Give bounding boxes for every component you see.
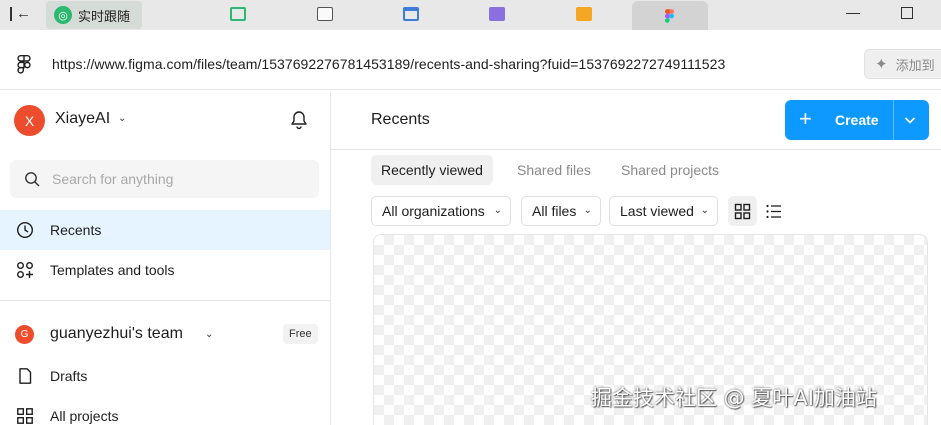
purple-book-icon[interactable] [489,7,505,21]
header-divider [331,149,941,150]
chevron-down-icon[interactable]: ⌄ [118,113,126,124]
sidebar-item-recents[interactable]: Recents [0,210,330,250]
grid-view-icon [734,203,751,220]
address-bar: https://www.figma.com/files/team/1537692… [0,40,941,90]
sidebar-item-drafts[interactable]: Drafts [0,356,330,396]
chevron-down-icon: ⌄ [583,205,592,216]
team-name[interactable]: guanyezhui's team [50,325,183,343]
page-title: Recents [371,111,430,128]
blue-window-icon[interactable] [403,7,419,21]
sidebar-item-label: All projects [50,408,119,424]
collapse-sidebar-button[interactable]: ← [8,5,31,25]
add-to-label: 添加到 [895,58,935,74]
browser-tab-live-follow[interactable]: ◎ 实时跟随 [46,1,142,29]
clock-icon [16,221,34,239]
browser-tab-strip: ← ◎ 实时跟随 [0,0,941,30]
filter-label: All files [532,203,577,219]
collapse-bar-icon [10,7,12,21]
chevron-down-icon[interactable] [903,113,917,127]
file-type-filter[interactable]: All files ⌄ [521,196,601,226]
green-window-icon[interactable] [230,7,246,21]
create-button-separator [893,100,894,140]
grid-view-button[interactable] [728,196,757,226]
figma-icon [665,9,674,23]
templates-icon [17,262,33,278]
chevron-down-icon[interactable]: ⌄ [205,329,213,340]
plus-icon: + [799,106,812,131]
file-icon [19,368,32,384]
minimize-button[interactable] [846,13,860,14]
sidebar-item-label: Drafts [50,368,88,384]
sidebar-item-label: Recents [50,222,102,238]
search-input[interactable] [52,160,312,198]
list-view-icon [766,204,781,219]
create-label: Create [835,112,879,128]
filter-label: Last viewed [620,203,694,219]
arrow-left-icon: ← [16,5,31,22]
chevron-down-icon: ⌄ [700,205,709,216]
tab-shared-files[interactable]: Shared files [507,155,601,185]
tab-recently-viewed[interactable]: Recently viewed [371,155,493,185]
sidebar-item-templates[interactable]: Templates and tools [0,250,330,290]
organization-filter[interactable]: All organizations ⌄ [371,196,511,226]
tab-label: 实时跟随 [78,9,131,25]
chevron-down-icon: ⌄ [493,205,502,216]
maximize-button[interactable] [901,7,913,19]
orange-window-icon[interactable] [576,7,592,21]
url-field[interactable]: https://www.figma.com/files/team/1537692… [52,56,725,72]
user-name[interactable]: XiayeAI [55,110,110,128]
tab-shared-projects[interactable]: Shared projects [611,155,729,185]
user-avatar[interactable]: X [14,105,45,136]
bell-icon[interactable] [290,110,308,130]
sidebar-divider [0,300,330,301]
create-button[interactable]: + Create [785,100,929,140]
grid-icon [17,408,33,424]
green-circle-icon: ◎ [54,6,72,24]
search-box[interactable] [10,160,319,198]
sidebar-item-all-projects[interactable]: All projects [0,396,330,425]
plan-badge: Free [283,324,318,344]
browser-tab-figma[interactable] [632,1,708,30]
add-to-button[interactable]: ✦ 添加到 [864,49,941,79]
search-icon [25,172,40,187]
sort-filter[interactable]: Last viewed ⌄ [609,196,718,226]
sparkle-icon: ✦ [875,56,888,73]
figma-logo-icon [17,55,31,74]
main-content: Recents + Create Recently viewed Shared … [331,91,941,425]
sidebar: X XiayeAI ⌄ Recents Templates and tools … [0,91,331,425]
list-view-button[interactable] [759,196,788,226]
terminal-icon[interactable] [317,7,333,21]
sidebar-item-label: Templates and tools [50,262,175,278]
watermark: 掘金技术社区 @ 夏叶AI加油站 [591,386,877,410]
filter-label: All organizations [382,203,485,219]
team-avatar[interactable]: G [15,325,34,344]
